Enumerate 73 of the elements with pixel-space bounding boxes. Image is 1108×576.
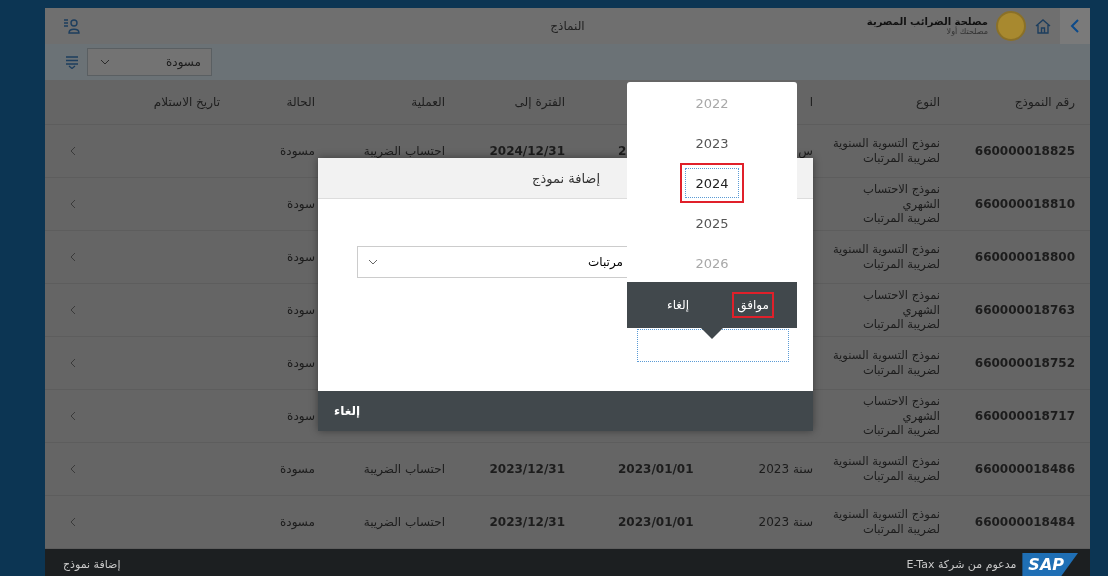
- form-type: نموذج التسوية السنوية لضريبة المرتبات: [832, 507, 940, 537]
- date-text: 2: [618, 144, 627, 158]
- date-text: 2024/12/31: [489, 144, 565, 158]
- chevron-icon[interactable]: [69, 199, 76, 209]
- chevron-icon[interactable]: [69, 305, 76, 315]
- status-text: سودة: [287, 303, 315, 317]
- year-option[interactable]: 2025: [680, 203, 744, 243]
- chevron-down-icon: [100, 59, 110, 65]
- column-header: الفترة إلى: [514, 95, 565, 109]
- form-number: 660000018752: [974, 356, 1075, 370]
- form-number: 660000018484: [974, 515, 1075, 529]
- chevron-down-icon: [368, 259, 378, 265]
- status-text: سودة: [287, 409, 315, 423]
- column-header: تاريخ الاستلام: [153, 95, 220, 109]
- year-option[interactable]: 2023: [680, 123, 744, 163]
- year-input-field[interactable]: [637, 329, 789, 362]
- chevron-icon: [1070, 18, 1080, 34]
- emblem-logo: [996, 11, 1026, 41]
- form-number: 660000018717: [974, 409, 1075, 423]
- form-type: نموذج التسوية السنوية لضريبة المرتبات: [832, 454, 940, 484]
- chevron-icon[interactable]: [69, 517, 76, 527]
- column-header: العملية: [411, 95, 445, 109]
- form-type: نموذج التسوية السنوية لضريبة المرتبات: [832, 136, 940, 166]
- date-text: 2023/12/31: [489, 515, 565, 529]
- filter-list-icon[interactable]: [65, 55, 79, 69]
- table-cell: س: [798, 144, 813, 158]
- column-header: رقم النموذج: [1014, 95, 1075, 109]
- chevron-icon[interactable]: [69, 464, 76, 474]
- column-header: الحالة: [286, 95, 315, 109]
- cancel-button[interactable]: إلغاء: [662, 292, 695, 318]
- powered-by-text: مدعوم من شركة E-Tax: [906, 558, 1017, 571]
- form-type: نموذج التسوية السنوية لضريبة المرتبات: [832, 348, 940, 378]
- date-text: 2023/12/31: [489, 462, 565, 476]
- operation-text: احتساب الضريبة: [363, 144, 445, 158]
- dialog-title: إضافة نموذج: [532, 170, 600, 186]
- date-text: 2023/01/01: [618, 515, 694, 529]
- form-type: نموذج الاحتساب الشهري لضريبة المرتبات: [862, 181, 940, 227]
- form-number: 660000018800: [974, 250, 1075, 264]
- form-number: 660000018763: [974, 303, 1075, 317]
- column-header: النوع: [916, 95, 940, 109]
- form-type: نموذج الاحتساب الشهري لضريبة المرتبات: [862, 393, 940, 439]
- form-number: 660000018810: [974, 197, 1075, 211]
- status-text: مسودة: [280, 515, 315, 529]
- chevron-icon[interactable]: [69, 252, 76, 262]
- operation-text: احتساب الضريبة: [363, 515, 445, 529]
- form-type: نموذج التسوية السنوية لضريبة المرتبات: [832, 242, 940, 272]
- chevron-icon[interactable]: [69, 146, 76, 156]
- table-cell: سنة 2023: [758, 462, 813, 476]
- table-cell: سنة 2023: [758, 515, 813, 529]
- status-dropdown[interactable]: مسودة: [87, 48, 212, 76]
- cancel-button[interactable]: إلغاء: [330, 400, 365, 422]
- chevron-icon[interactable]: [69, 358, 76, 368]
- year-option[interactable]: 2024: [680, 163, 744, 203]
- status-text: سودة: [287, 250, 315, 264]
- status-text: سودة: [287, 197, 315, 211]
- page-title: النماذج: [550, 19, 585, 33]
- ok-button[interactable]: موافق: [732, 292, 774, 318]
- date-text: 2023/01/01: [618, 462, 694, 476]
- form-number: 660000018825: [974, 144, 1075, 158]
- add-form-button[interactable]: إضافة نموذج: [59, 554, 125, 575]
- status-text: سودة: [287, 356, 315, 370]
- chevron-icon[interactable]: [69, 411, 76, 421]
- user-list-icon[interactable]: [63, 18, 81, 34]
- home-icon[interactable]: [1034, 17, 1052, 35]
- operation-text: احتساب الضريبة: [363, 462, 445, 476]
- status-text: مسودة: [280, 144, 315, 158]
- sap-logo: SAP: [1022, 553, 1078, 576]
- status-text: مسودة: [280, 462, 315, 476]
- back-button[interactable]: [1060, 8, 1090, 44]
- form-type: نموذج الاحتساب الشهري لضريبة المرتبات: [862, 287, 940, 333]
- column-header: ا: [809, 95, 813, 109]
- form-number: 660000018486: [974, 462, 1075, 476]
- org-name: مصلحة الضرائب المصرية: [866, 16, 988, 27]
